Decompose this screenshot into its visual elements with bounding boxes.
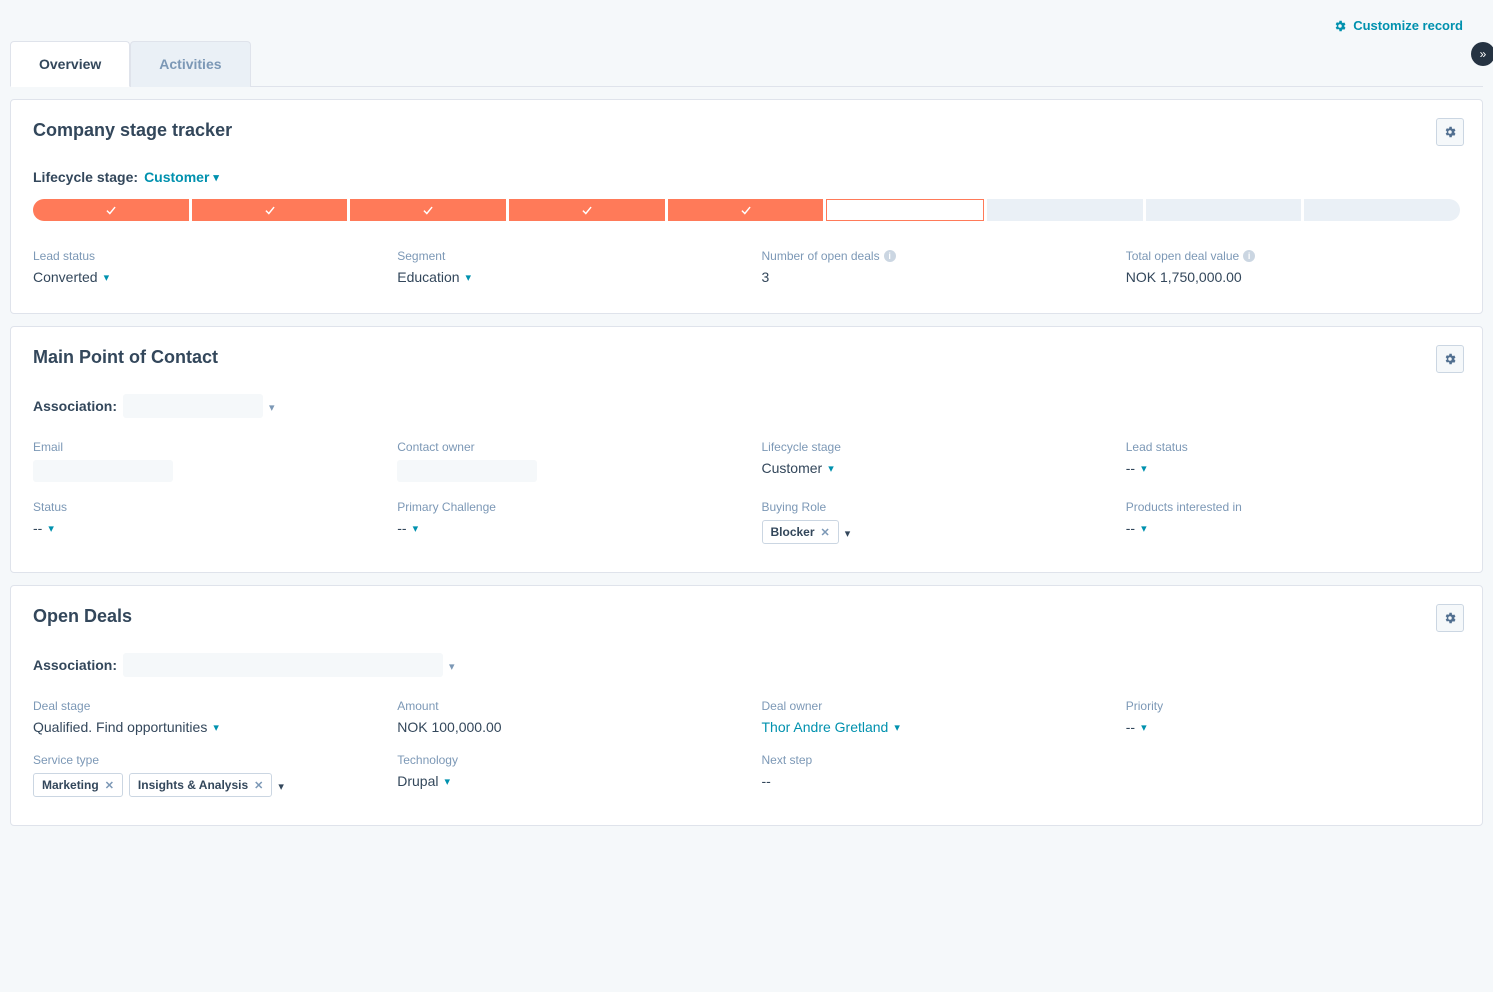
primary-challenge-dropdown[interactable]: -- bbox=[397, 520, 418, 536]
chevron-down-icon bbox=[1141, 522, 1147, 535]
chevron-down-icon bbox=[466, 271, 472, 284]
stage-segment[interactable] bbox=[509, 199, 665, 221]
field-deal-owner: Deal owner Thor Andre Gretland bbox=[762, 699, 1096, 735]
tag-marketing[interactable]: Marketing ✕ bbox=[33, 773, 123, 797]
stage-segment[interactable] bbox=[987, 199, 1143, 221]
field-status: Status -- bbox=[33, 500, 367, 544]
gear-icon bbox=[1443, 352, 1457, 366]
buying-role-tags[interactable]: Blocker ✕ bbox=[762, 520, 1096, 544]
customize-record-label: Customize record bbox=[1353, 18, 1463, 33]
chevron-down-icon bbox=[894, 721, 900, 734]
lifecycle-dropdown[interactable]: Customer bbox=[762, 460, 834, 476]
stage-segment-current[interactable] bbox=[826, 199, 984, 221]
tabs: Overview Activities bbox=[10, 40, 1483, 87]
main-point-of-contact-card: Main Point of Contact Association: Email… bbox=[10, 326, 1483, 573]
field-products-interested: Products interested in -- bbox=[1126, 500, 1460, 544]
card-title: Open Deals bbox=[33, 606, 1460, 627]
priority-dropdown[interactable]: -- bbox=[1126, 719, 1147, 735]
field-lead-status: Lead status -- bbox=[1126, 440, 1460, 482]
check-icon bbox=[739, 203, 753, 217]
info-icon[interactable]: i bbox=[884, 250, 896, 262]
products-dropdown[interactable]: -- bbox=[1126, 520, 1147, 536]
stage-progress-bar bbox=[33, 199, 1460, 221]
close-icon[interactable]: ✕ bbox=[821, 526, 830, 539]
field-buying-role: Buying Role Blocker ✕ bbox=[762, 500, 1096, 544]
check-icon bbox=[104, 203, 118, 217]
open-deals-card: Open Deals Association: Deal stage Quali… bbox=[10, 585, 1483, 826]
segment-dropdown[interactable]: Education bbox=[397, 269, 471, 285]
stage-segment[interactable] bbox=[668, 199, 824, 221]
company-stage-tracker-card: Company stage tracker Lifecycle stage: C… bbox=[10, 99, 1483, 314]
deal-stage-dropdown[interactable]: Qualified. Find opportunities bbox=[33, 719, 219, 735]
check-icon bbox=[580, 203, 594, 217]
chevron-down-icon bbox=[48, 522, 54, 535]
lead-status-dropdown[interactable]: -- bbox=[1126, 460, 1147, 476]
email-value bbox=[33, 460, 173, 482]
gear-icon bbox=[1333, 19, 1347, 33]
expand-panel-button[interactable]: » bbox=[1471, 42, 1493, 66]
contact-owner-value bbox=[397, 460, 537, 482]
association-label: Association: bbox=[33, 398, 117, 414]
close-icon[interactable]: ✕ bbox=[254, 779, 263, 792]
field-primary-challenge: Primary Challenge -- bbox=[397, 500, 731, 544]
chevron-down-icon bbox=[278, 777, 284, 793]
check-icon bbox=[263, 203, 277, 217]
field-email: Email bbox=[33, 440, 367, 482]
field-lead-status: Lead status Converted bbox=[33, 249, 367, 285]
lifecycle-stage-dropdown[interactable]: Customer bbox=[144, 169, 219, 185]
service-type-tags[interactable]: Marketing ✕ Insights & Analysis ✕ bbox=[33, 773, 367, 797]
chevron-down-icon bbox=[1141, 721, 1147, 734]
stage-segment[interactable] bbox=[1146, 199, 1302, 221]
field-segment: Segment Education bbox=[397, 249, 731, 285]
association-dropdown[interactable] bbox=[123, 394, 263, 418]
tab-overview[interactable]: Overview bbox=[10, 41, 130, 87]
chevron-down-icon bbox=[104, 271, 110, 284]
stage-segment[interactable] bbox=[192, 199, 348, 221]
field-amount: Amount NOK 100,000.00 bbox=[397, 699, 731, 735]
chevron-down-icon bbox=[413, 522, 419, 535]
lifecycle-stage-label: Lifecycle stage: bbox=[33, 169, 138, 185]
card-settings-button[interactable] bbox=[1436, 345, 1464, 373]
field-contact-owner: Contact owner bbox=[397, 440, 731, 482]
gear-icon bbox=[1443, 611, 1457, 625]
card-title: Main Point of Contact bbox=[33, 347, 1460, 368]
field-service-type: Service type Marketing ✕ Insights & Anal… bbox=[33, 753, 367, 797]
field-technology: Technology Drupal bbox=[397, 753, 731, 797]
stage-segment[interactable] bbox=[33, 199, 189, 221]
check-icon bbox=[421, 203, 435, 217]
association-dropdown[interactable] bbox=[123, 653, 443, 677]
tab-activities[interactable]: Activities bbox=[130, 41, 250, 87]
chevron-down-icon bbox=[269, 398, 275, 414]
chevron-down-icon bbox=[845, 524, 851, 540]
field-open-deals: Number of open deals i 3 bbox=[762, 249, 1096, 285]
technology-dropdown[interactable]: Drupal bbox=[397, 773, 450, 789]
field-lifecycle-stage: Lifecycle stage Customer bbox=[762, 440, 1096, 482]
status-dropdown[interactable]: -- bbox=[33, 520, 54, 536]
field-priority: Priority -- bbox=[1126, 699, 1460, 735]
chevron-down-icon bbox=[213, 171, 219, 184]
gear-icon bbox=[1443, 125, 1457, 139]
chevron-down-icon bbox=[828, 462, 834, 475]
info-icon[interactable]: i bbox=[1243, 250, 1255, 262]
chevron-down-icon bbox=[213, 721, 219, 734]
association-label: Association: bbox=[33, 657, 117, 673]
stage-segment[interactable] bbox=[1304, 199, 1460, 221]
card-settings-button[interactable] bbox=[1436, 604, 1464, 632]
card-settings-button[interactable] bbox=[1436, 118, 1464, 146]
field-next-step: Next step -- bbox=[762, 753, 1096, 797]
chevron-down-icon bbox=[1141, 462, 1147, 475]
lead-status-dropdown[interactable]: Converted bbox=[33, 269, 109, 285]
tag-insights[interactable]: Insights & Analysis ✕ bbox=[129, 773, 272, 797]
tag-blocker[interactable]: Blocker ✕ bbox=[762, 520, 839, 544]
field-total-value: Total open deal value i NOK 1,750,000.00 bbox=[1126, 249, 1460, 285]
chevron-down-icon bbox=[449, 657, 455, 673]
chevron-down-icon bbox=[445, 775, 451, 788]
field-deal-stage: Deal stage Qualified. Find opportunities bbox=[33, 699, 367, 735]
card-title: Company stage tracker bbox=[33, 120, 1460, 141]
deal-owner-dropdown[interactable]: Thor Andre Gretland bbox=[762, 719, 900, 735]
customize-record-link[interactable]: Customize record bbox=[1333, 18, 1463, 33]
stage-segment[interactable] bbox=[350, 199, 506, 221]
close-icon[interactable]: ✕ bbox=[105, 779, 114, 792]
